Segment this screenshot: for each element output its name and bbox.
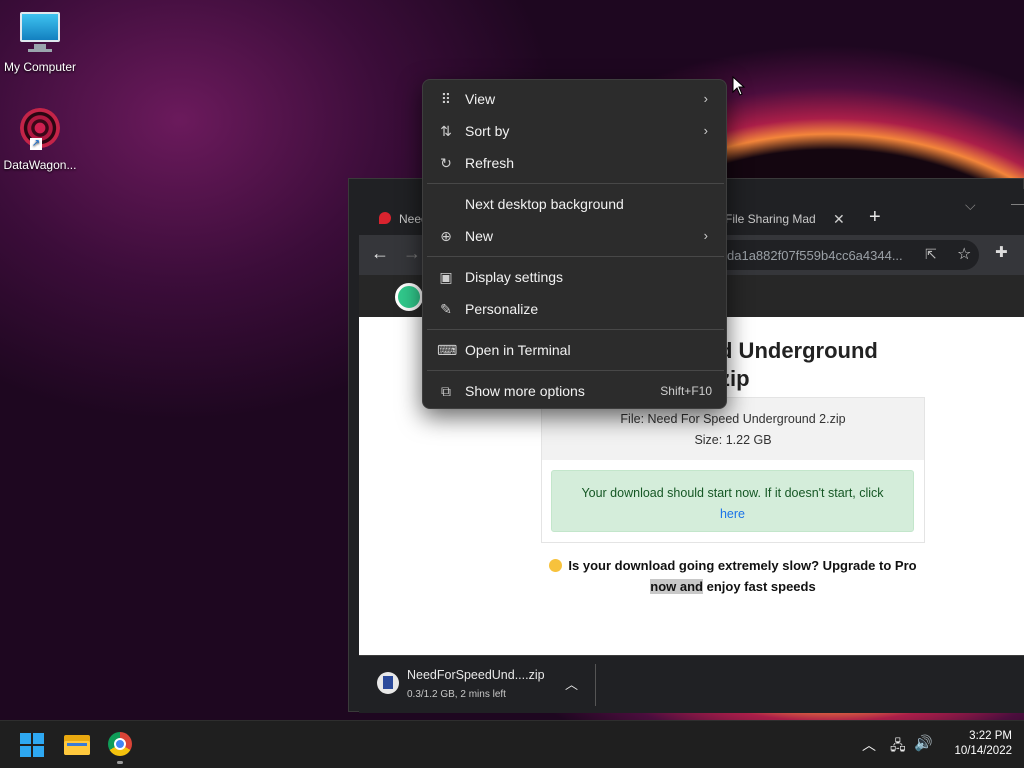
file-size-line: Size: 1.22 GB	[694, 433, 772, 447]
share-icon[interactable]: ⇱	[925, 246, 937, 263]
datawagon-icon: ↗	[16, 106, 64, 154]
back-arrow-icon[interactable]: ←	[371, 243, 389, 264]
notice-text: Your download should start now. If it do…	[581, 486, 884, 500]
desktop-context-menu: ⠿ View › ⇅ Sort by › ↻ Refresh Next desk…	[422, 79, 727, 409]
extensions-puzzle-icon[interactable]: ✚	[995, 243, 1008, 261]
new-tab-button[interactable]: +	[869, 201, 881, 233]
desktop-icon-label: DataWagon...	[3, 158, 77, 172]
tab-label: File Sharing Made	[725, 212, 815, 226]
desktop-icon-datawagon[interactable]: ↗ DataWagon...	[0, 106, 80, 172]
download-bar: NeedForSpeedUnd....zip 0.3/1.2 GB, 2 min…	[359, 655, 1024, 713]
menu-separator	[427, 370, 724, 371]
terminal-icon: ⌨	[437, 342, 458, 358]
desktop-icon-label: My Computer	[3, 60, 77, 74]
chevron-right-icon: ›	[703, 228, 708, 243]
url-text: da1a882f07f559b4cc6a4344...	[727, 248, 903, 263]
show-more-icon: ⧉	[441, 383, 451, 399]
refresh-icon: ↻	[440, 155, 452, 171]
chevron-right-icon: ›	[703, 123, 708, 138]
file-info-box: File: Need For Speed Underground 2.zip S…	[541, 397, 925, 543]
menu-separator	[427, 329, 724, 330]
promo-highlight: now and	[650, 579, 703, 594]
chevron-up-icon[interactable]: ︿	[862, 735, 876, 755]
menu-item-show-more-options[interactable]: ⧉ Show more options Shift+F10	[427, 376, 722, 406]
bookmark-star-icon[interactable]: ☆	[957, 244, 971, 264]
download-filename[interactable]: NeedForSpeedUnd....zip	[407, 668, 545, 682]
start-windows-icon[interactable]	[20, 733, 44, 757]
menu-separator	[427, 256, 724, 257]
chrome-icon[interactable]	[108, 732, 132, 756]
system-clock[interactable]: 3:22 PM 10/14/2022	[940, 729, 1012, 759]
download-notice: Your download should start now. If it do…	[551, 470, 914, 532]
here-link[interactable]: here	[720, 507, 745, 521]
chevron-up-icon[interactable]: ︿	[565, 674, 578, 693]
menu-item-new[interactable]: ⊕ New ›	[427, 221, 722, 251]
promo-text-end: enjoy fast speeds	[706, 579, 816, 594]
shortcut-arrow-icon: ↗	[30, 138, 42, 150]
shortcut-hint: Shift+F10	[660, 384, 712, 398]
view-grid-icon: ⠿	[440, 91, 452, 107]
taskbar: ︿ 🖧 🔊 3:22 PM 10/14/2022	[0, 720, 1024, 768]
download-status: 0.3/1.2 GB, 2 mins left	[407, 689, 506, 700]
tab-search-chevron-icon[interactable]: ⌵	[965, 197, 976, 214]
new-plus-icon: ⊕	[440, 228, 452, 244]
display-settings-icon: ▣	[439, 269, 453, 285]
promo-text: Is your download going extremely slow? U…	[568, 558, 917, 573]
menu-item-refresh[interactable]: ↻ Refresh	[427, 148, 722, 178]
tab-file-sharing[interactable]: File Sharing Made	[725, 203, 815, 235]
close-tab-icon[interactable]: ✕	[833, 203, 845, 235]
divider	[595, 664, 596, 706]
page-title: d Underground zip	[719, 338, 878, 391]
worried-face-icon	[549, 559, 563, 572]
chevron-right-icon: ›	[703, 91, 708, 106]
menu-item-open-terminal[interactable]: ⌨ Open in Terminal	[427, 335, 722, 365]
sort-icon: ⇅	[440, 123, 452, 139]
forward-arrow-icon[interactable]: →	[403, 243, 421, 264]
personalize-brush-icon: ✎	[440, 301, 452, 317]
desktop-icon-my-computer[interactable]: My Computer	[0, 8, 80, 74]
clock-date: 10/14/2022	[954, 745, 1012, 757]
clock-time: 3:22 PM	[969, 730, 1012, 742]
menu-item-view[interactable]: ⠿ View ›	[427, 84, 722, 114]
menu-item-next-background[interactable]: Next desktop background	[427, 189, 722, 219]
monitor-icon	[16, 8, 64, 56]
minimize-button[interactable]: —	[1011, 195, 1024, 211]
menu-item-display-settings[interactable]: ▣ Display settings	[427, 262, 722, 292]
upgrade-promo: Is your download going extremely slow? U…	[541, 555, 925, 597]
menu-item-personalize[interactable]: ✎ Personalize	[427, 294, 722, 324]
running-app-indicator	[117, 761, 123, 764]
file-explorer-folder-icon[interactable]	[64, 733, 90, 755]
mouse-cursor-icon	[732, 76, 746, 96]
menu-item-sort-by[interactable]: ⇅ Sort by ›	[427, 116, 722, 146]
file-name-line: File: Need For Speed Underground 2.zip	[620, 412, 846, 426]
site-logo[interactable]	[395, 283, 423, 311]
tab-favicon-icon	[379, 212, 391, 224]
menu-separator	[427, 183, 724, 184]
zip-file-icon	[377, 672, 399, 694]
volume-icon[interactable]: 🔊	[914, 734, 933, 752]
network-icon[interactable]: 🖧	[890, 735, 906, 759]
